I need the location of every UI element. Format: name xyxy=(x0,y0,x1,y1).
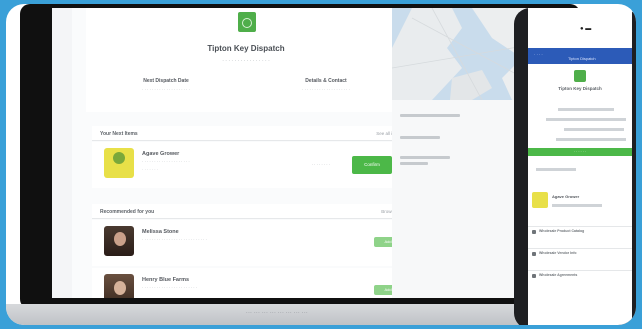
sidebar-text xyxy=(400,114,460,117)
page-subtitle: · · · · · · · · · · · · · · · · xyxy=(222,58,270,64)
phone-header-left[interactable]: · · · · xyxy=(534,52,543,57)
phone-item-name: Agave Grower xyxy=(552,194,580,199)
list-item[interactable]: Melissa Stone · · · · · · · · · · · · · … xyxy=(92,220,412,266)
info-text: · · · · · · · · · · · · · · · · · · · · xyxy=(302,87,350,92)
avatar xyxy=(104,274,134,298)
list-bullet-icon xyxy=(532,274,536,278)
item-image xyxy=(104,148,134,178)
sidebar-text xyxy=(400,136,440,139)
phone-text-line xyxy=(552,204,602,207)
item-name: Agave Grower xyxy=(142,151,180,157)
main-content: Tipton Key Dispatch · · · · · · · · · · … xyxy=(72,8,412,298)
phone-screen: · · · · Tipton Dispatch Tipton Key Dispa… xyxy=(528,48,632,325)
section-header-recommended: Recommended for you Browse all xyxy=(92,204,412,219)
item-description: · · · · · · · · · · · · · · · · · · · · … xyxy=(142,237,207,242)
phone-list-item[interactable]: Wholesale Vendor Info xyxy=(528,248,632,259)
info-column-dispatch: Next Dispatch Date · · · · · · · · · · ·… xyxy=(106,78,226,93)
section-header-next-items: Your Next Items See all items xyxy=(92,126,412,141)
item-description: · · · · · · · · · · · · · · · · · · · · … xyxy=(142,285,198,290)
phone-text-line xyxy=(558,108,614,111)
phone-status-area: ● ▬ xyxy=(528,8,632,48)
sidebar-text xyxy=(400,162,428,165)
phone-list-label: Wholesale Agreements xyxy=(539,273,578,277)
page-title: Tipton Key Dispatch xyxy=(207,44,285,53)
item-meta: · · · · · · · xyxy=(142,167,158,172)
phone-list-item[interactable]: Wholesale Agreements xyxy=(528,270,632,281)
info-heading: Details & Contact xyxy=(305,78,347,84)
info-column-contact: Details & Contact · · · · · · · · · · · … xyxy=(266,78,386,93)
list-bullet-icon xyxy=(532,252,536,256)
phone-list-item[interactable]: Wholesale Product Catalog xyxy=(528,226,632,237)
item-name: Henry Blue Farms xyxy=(142,277,190,283)
phone-list-label: Wholesale Vendor Info xyxy=(539,251,577,255)
sidebar-text xyxy=(400,156,450,159)
phone-list-label: Wholesale Product Catalog xyxy=(539,229,585,233)
phone-header-title: Tipton Dispatch xyxy=(568,56,596,61)
list-item[interactable]: Henry Blue Farms · · · · · · · · · · · ·… xyxy=(92,268,412,298)
featured-item-card[interactable]: Agave Grower · · · · · · · · · · · · · ·… xyxy=(92,142,412,188)
phone-header: · · · · Tipton Dispatch xyxy=(528,48,632,64)
phone-text-line xyxy=(556,138,626,141)
item-name: Melissa Stone xyxy=(142,229,179,235)
laptop-caption: ··· ··· ··· ··· ··· ··· ··· ··· xyxy=(246,310,309,316)
item-status: · · · · · · · · xyxy=(311,162,330,167)
avatar xyxy=(104,226,134,256)
laptop-bezel: Tipton Key Dispatch · · · · · · · · · · … xyxy=(20,4,580,309)
info-heading: Next Dispatch Date xyxy=(143,78,189,84)
phone-status-icons: ● ▬ xyxy=(580,26,592,32)
section-title: Your Next Items xyxy=(100,131,138,137)
item-description: · · · · · · · · · · · · · · · · · · · · xyxy=(142,159,190,164)
profile-card: Tipton Key Dispatch · · · · · · · · · · … xyxy=(86,8,406,112)
section-title: Recommended for you xyxy=(100,209,155,215)
phone-primary-button[interactable]: · · · · · · xyxy=(528,148,632,156)
product-mockup-frame: Tipton Key Dispatch · · · · · · · · · · … xyxy=(6,4,636,325)
brand-logo xyxy=(238,12,256,32)
phone-title: Tipton Key Dispatch xyxy=(558,86,602,91)
phone-text-line xyxy=(536,168,576,171)
laptop-screen: Tipton Key Dispatch · · · · · · · · · · … xyxy=(52,8,572,298)
phone-item-image xyxy=(532,192,548,208)
phone-text-line xyxy=(546,118,626,121)
confirm-button[interactable]: Confirm xyxy=(352,156,392,174)
phone-text-line xyxy=(564,128,624,131)
info-text: · · · · · · · · · · · · · · · · · · · · xyxy=(142,87,190,92)
phone-brand-logo xyxy=(574,70,586,82)
list-bullet-icon xyxy=(532,230,536,234)
phone-device: ● ▬ · · · · Tipton Dispatch Tipton Key D… xyxy=(514,8,636,325)
